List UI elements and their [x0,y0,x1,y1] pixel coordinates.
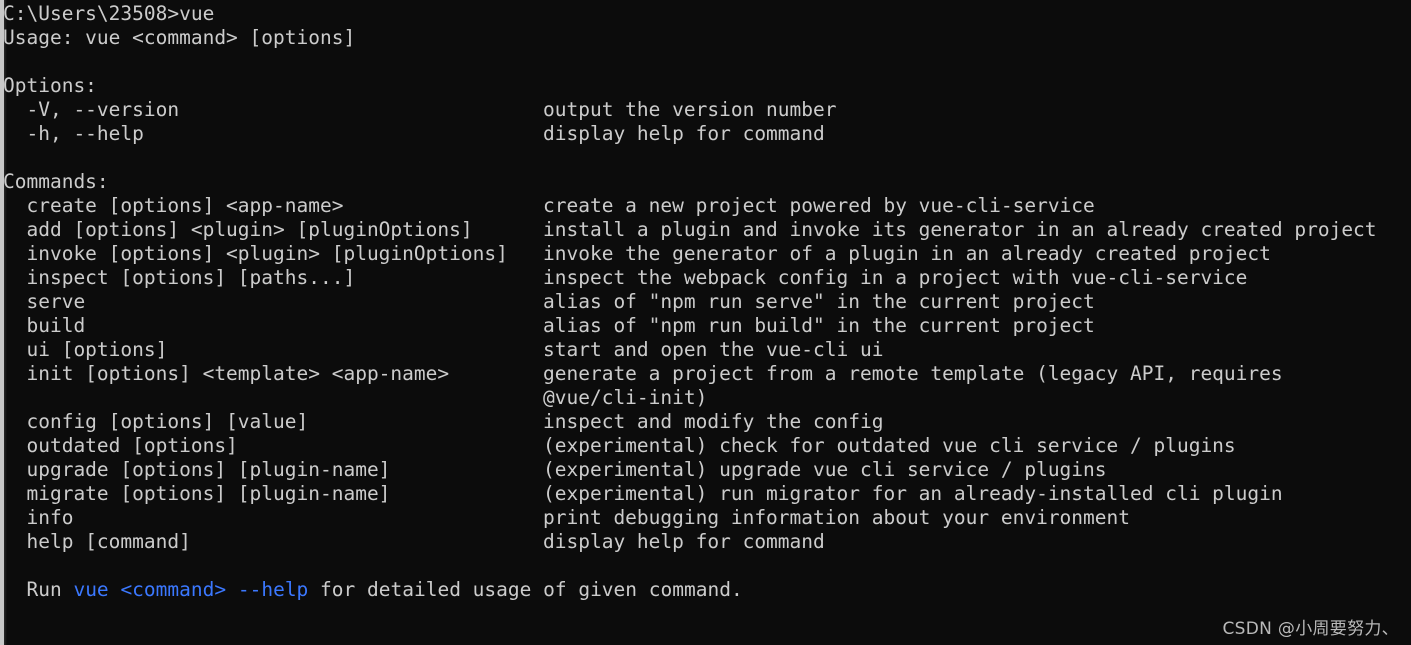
option-flags: -V, --version [3,98,180,121]
command-description: invoke the generator of a plugin in an a… [543,242,1271,265]
command-description: (experimental) run migrator for an alrea… [543,482,1283,505]
option-description: display help for command [543,122,825,145]
options-header: Options: [3,74,97,97]
command-row: init [options] <template> <app-name> gen… [3,362,1411,386]
command-row: upgrade [options] [plugin-name] (experim… [3,458,1411,482]
terminal-window: C:\Users\23508>vue Usage: vue <command> … [0,0,1411,645]
footer-suffix: for detailed usage of given command. [308,578,743,601]
command-syntax: config [options] [value] [3,410,309,433]
command-description: display help for command [543,530,825,553]
option-description: output the version number [543,98,837,121]
command-row: migrate [options] [plugin-name] (experim… [3,482,1411,506]
prompt-line: C:\Users\23508>vue [3,2,215,25]
command-description: inspect the webpack config in a project … [543,266,1248,289]
option-flags: -h, --help [3,122,144,145]
footer-accent-command: <command> [120,578,227,601]
command-description: create a new project powered by vue-cli-… [543,194,1095,217]
footer-accent-vue: vue [73,578,109,601]
command-syntax: upgrade [options] [plugin-name] [3,458,391,481]
command-description: install a plugin and invoke its generato… [543,218,1377,241]
console-output: C:\Users\23508>vue Usage: vue <command> … [3,2,1411,645]
command-description: (experimental) check for outdated vue cl… [543,434,1236,457]
command-syntax: info [3,506,74,529]
commands-header: Commands: [3,170,109,193]
command-syntax: outdated [options] [3,434,238,457]
command-description: inspect and modify the config [543,410,884,433]
command-row: config [options] [value] inspect and mod… [3,410,1411,434]
usage-line: Usage: vue <command> [options] [3,26,356,49]
command-syntax: serve [3,290,86,313]
command-row: invoke [options] <plugin> [pluginOptions… [3,242,1411,266]
option-row: -V, --version output the version number [3,98,1411,122]
command-row: serve alias of "npm run serve" in the cu… [3,290,1411,314]
command-description: @vue/cli-init) [543,386,708,409]
command-row: outdated [options] (experimental) check … [3,434,1411,458]
footer-accent-help: --help [237,578,309,601]
command-syntax: create [options] <app-name> [3,194,344,217]
command-description: generate a project from a remote templat… [543,362,1283,385]
command-description: alias of "npm run build" in the current … [543,314,1095,337]
command-description: (experimental) upgrade vue cli service /… [543,458,1107,481]
command-syntax: invoke [options] <plugin> [pluginOptions… [3,242,508,265]
command-row: help [command] display help for command [3,530,1411,554]
command-syntax: migrate [options] [plugin-name] [3,482,391,505]
command-syntax: ui [options] [3,338,168,361]
command-row: add [options] <plugin> [pluginOptions] i… [3,218,1411,242]
command-description: print debugging information about your e… [543,506,1130,529]
footer-prefix: Run [3,578,74,601]
option-row: -h, --help display help for command [3,122,1411,146]
command-syntax: inspect [options] [paths...] [3,266,356,289]
command-syntax: help [command] [3,530,191,553]
command-row: info print debugging information about y… [3,506,1411,530]
command-row: inspect [options] [paths...] inspect the… [3,266,1411,290]
command-description: start and open the vue-cli ui [543,338,884,361]
command-row-continuation: @vue/cli-init) [3,386,1411,410]
command-row: create [options] <app-name> create a new… [3,194,1411,218]
command-syntax: build [3,314,86,337]
footer-sep-1 [109,578,121,601]
csdn-watermark: CSDN @小周要努力、 [1222,619,1399,639]
footer-hint-line: Run vue <command> --help for detailed us… [3,578,1411,602]
command-row: build alias of "npm run build" in the cu… [3,314,1411,338]
command-description: alias of "npm run serve" in the current … [543,290,1095,313]
command-syntax: add [options] <plugin> [pluginOptions] [3,218,473,241]
footer-sep-2 [226,578,238,601]
command-row: ui [options] start and open the vue-cli … [3,338,1411,362]
command-syntax: init [options] <template> <app-name> [3,362,450,385]
